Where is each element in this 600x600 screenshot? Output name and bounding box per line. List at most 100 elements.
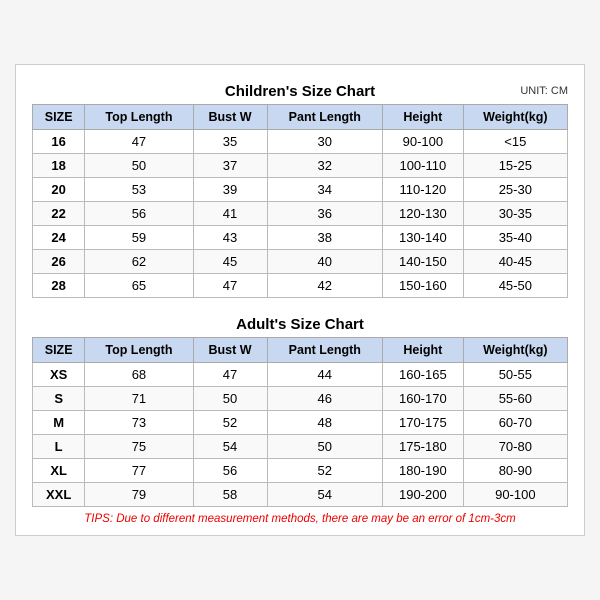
- data-cell: 150-160: [383, 274, 464, 298]
- size-cell: M: [33, 411, 85, 435]
- data-cell: 35-40: [463, 226, 567, 250]
- size-cell: 18: [33, 154, 85, 178]
- unit-label: UNIT: CM: [520, 85, 568, 97]
- children-header-row: SIZE Top Length Bust W Pant Length Heigh…: [33, 105, 568, 130]
- col-bust-w-header: Bust W: [193, 105, 267, 130]
- table-row: 20533934110-12025-30: [33, 178, 568, 202]
- data-cell: 54: [193, 435, 267, 459]
- data-cell: 90-100: [463, 483, 567, 507]
- col-top-length-header: Top Length: [85, 105, 193, 130]
- adult-table: SIZE Top Length Bust W Pant Length Heigh…: [32, 337, 568, 507]
- tips-text: TIPS: Due to different measurement metho…: [32, 513, 568, 525]
- table-row: M735248170-17560-70: [33, 411, 568, 435]
- data-cell: 34: [267, 178, 382, 202]
- col-weight-header: Weight(kg): [463, 105, 567, 130]
- data-cell: 45: [193, 250, 267, 274]
- data-cell: 175-180: [383, 435, 464, 459]
- col-height-header: Height: [383, 105, 464, 130]
- data-cell: 47: [193, 274, 267, 298]
- data-cell: 79: [85, 483, 193, 507]
- table-row: 24594338130-14035-40: [33, 226, 568, 250]
- adult-col-size-header: SIZE: [33, 338, 85, 363]
- data-cell: 59: [85, 226, 193, 250]
- data-cell: 52: [193, 411, 267, 435]
- col-size-header: SIZE: [33, 105, 85, 130]
- table-row: 18503732100-11015-25: [33, 154, 568, 178]
- data-cell: 73: [85, 411, 193, 435]
- children-title: Children's Size Chart UNIT: CM: [32, 77, 568, 104]
- data-cell: 43: [193, 226, 267, 250]
- data-cell: 130-140: [383, 226, 464, 250]
- table-row: 22564136120-13030-35: [33, 202, 568, 226]
- size-cell: XS: [33, 363, 85, 387]
- table-row: XS684744160-16550-55: [33, 363, 568, 387]
- data-cell: 39: [193, 178, 267, 202]
- data-cell: <15: [463, 130, 567, 154]
- data-cell: 75: [85, 435, 193, 459]
- size-cell: 26: [33, 250, 85, 274]
- table-row: 26624540140-15040-45: [33, 250, 568, 274]
- data-cell: 60-70: [463, 411, 567, 435]
- data-cell: 50: [85, 154, 193, 178]
- data-cell: 15-25: [463, 154, 567, 178]
- data-cell: 41: [193, 202, 267, 226]
- size-cell: 20: [33, 178, 85, 202]
- data-cell: 30: [267, 130, 382, 154]
- data-cell: 54: [267, 483, 382, 507]
- data-cell: 40: [267, 250, 382, 274]
- data-cell: 170-175: [383, 411, 464, 435]
- data-cell: 53: [85, 178, 193, 202]
- data-cell: 58: [193, 483, 267, 507]
- size-cell: 28: [33, 274, 85, 298]
- data-cell: 120-130: [383, 202, 464, 226]
- size-cell: 16: [33, 130, 85, 154]
- data-cell: 55-60: [463, 387, 567, 411]
- data-cell: 50-55: [463, 363, 567, 387]
- data-cell: 52: [267, 459, 382, 483]
- data-cell: 38: [267, 226, 382, 250]
- data-cell: 45-50: [463, 274, 567, 298]
- children-table: SIZE Top Length Bust W Pant Length Heigh…: [32, 104, 568, 298]
- adult-title-text: Adult's Size Chart: [236, 316, 364, 333]
- data-cell: 62: [85, 250, 193, 274]
- data-cell: 70-80: [463, 435, 567, 459]
- table-row: XL775652180-19080-90: [33, 459, 568, 483]
- data-cell: 100-110: [383, 154, 464, 178]
- data-cell: 50: [267, 435, 382, 459]
- data-cell: 56: [193, 459, 267, 483]
- adult-col-bust-w-header: Bust W: [193, 338, 267, 363]
- adult-title: Adult's Size Chart: [32, 310, 568, 337]
- data-cell: 40-45: [463, 250, 567, 274]
- data-cell: 77: [85, 459, 193, 483]
- data-cell: 47: [85, 130, 193, 154]
- data-cell: 180-190: [383, 459, 464, 483]
- data-cell: 32: [267, 154, 382, 178]
- table-row: L755450175-18070-80: [33, 435, 568, 459]
- size-cell: XL: [33, 459, 85, 483]
- children-title-text: Children's Size Chart: [225, 83, 375, 100]
- data-cell: 140-150: [383, 250, 464, 274]
- data-cell: 50: [193, 387, 267, 411]
- adult-col-top-length-header: Top Length: [85, 338, 193, 363]
- chart-container: Children's Size Chart UNIT: CM SIZE Top …: [15, 64, 585, 536]
- data-cell: 37: [193, 154, 267, 178]
- data-cell: 110-120: [383, 178, 464, 202]
- data-cell: 65: [85, 274, 193, 298]
- data-cell: 25-30: [463, 178, 567, 202]
- data-cell: 35: [193, 130, 267, 154]
- data-cell: 48: [267, 411, 382, 435]
- adult-header-row: SIZE Top Length Bust W Pant Length Heigh…: [33, 338, 568, 363]
- size-cell: 24: [33, 226, 85, 250]
- size-cell: S: [33, 387, 85, 411]
- size-cell: XXL: [33, 483, 85, 507]
- size-cell: L: [33, 435, 85, 459]
- data-cell: 30-35: [463, 202, 567, 226]
- col-pant-length-header: Pant Length: [267, 105, 382, 130]
- adult-col-height-header: Height: [383, 338, 464, 363]
- table-row: 28654742150-16045-50: [33, 274, 568, 298]
- table-row: 1647353090-100<15: [33, 130, 568, 154]
- data-cell: 47: [193, 363, 267, 387]
- table-row: S715046160-17055-60: [33, 387, 568, 411]
- data-cell: 190-200: [383, 483, 464, 507]
- data-cell: 42: [267, 274, 382, 298]
